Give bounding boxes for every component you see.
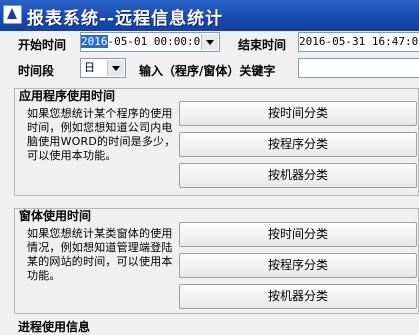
app-icon [3, 5, 22, 24]
end-time-picker[interactable]: 2016-05-31 16:47:09 [298, 32, 419, 52]
program-usage-description: 如果您想统计某个程序的使用时间，例如您想知道公司内电脑使用WORD的时间是多少，… [27, 107, 176, 162]
window-by-time-button[interactable]: 按时间分类 [179, 222, 417, 247]
program-usage-panel: 应用程序使用时间 如果您想统计某个程序的使用时间，例如您想知道公司内电脑使用WO… [14, 88, 419, 196]
title-bar: 报表系统--远程信息统计 [0, 0, 419, 31]
start-time-rest: -05-01 00:00:00 [107, 35, 207, 48]
program-by-machine-button[interactable]: 按机器分类 [179, 163, 417, 188]
window-title: 报表系统--远程信息统计 [27, 9, 224, 29]
end-time-label: 结束时间 [238, 38, 287, 52]
keyword-input[interactable] [298, 58, 419, 78]
process-usage-title: 进程使用信息 [18, 320, 91, 334]
program-by-time-button[interactable]: 按时间分类 [179, 101, 417, 126]
period-label: 时间段 [18, 64, 55, 78]
chevron-down-icon[interactable] [107, 60, 124, 76]
window-usage-panel: 窗体使用时间 如果您想统计某类窗体的使用情况，例如想知道管理端登陆某的网站的时间… [14, 208, 419, 314]
program-usage-title: 应用程序使用时间 [19, 89, 116, 103]
start-time-label: 开始时间 [18, 38, 67, 52]
start-time-picker[interactable]: 2016-05-01 00:00:00 [80, 32, 220, 52]
period-select[interactable]: 日 [80, 58, 126, 78]
keyword-label: 输入（程序/窗体）关键字 [139, 64, 276, 78]
program-by-program-button[interactable]: 按程序分类 [179, 132, 417, 157]
window-by-machine-button[interactable]: 按机器分类 [179, 284, 417, 309]
window-usage-title: 窗体使用时间 [19, 209, 92, 223]
window-by-program-button[interactable]: 按程序分类 [179, 253, 417, 278]
chevron-down-icon[interactable] [201, 34, 218, 50]
start-time-year: 2016 [81, 35, 108, 48]
period-value: 日 [84, 61, 95, 74]
end-time-value: 2016-05-31 16:47:09 [299, 35, 419, 48]
window-usage-description: 如果您想统计某类窗体的使用情况，例如想知道管理端登陆某的网站的时间，可以使用本功… [27, 227, 173, 282]
